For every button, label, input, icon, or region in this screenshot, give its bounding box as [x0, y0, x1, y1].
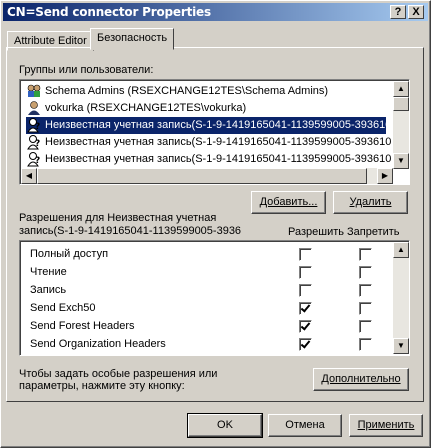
permission-name: Запись — [30, 284, 67, 296]
close-button[interactable]: X — [408, 5, 424, 19]
apply-button[interactable]: Применить — [349, 414, 423, 437]
group-list-item[interactable]: Schema Admins (RSEXCHANGE12TES\Schema Ad… — [26, 83, 328, 100]
group-list-item[interactable]: ? Неизвестная учетная запись(S-1-9-141916… — [26, 134, 391, 151]
scroll-thumb[interactable] — [393, 97, 409, 111]
advanced-button-label: Дополнительно — [321, 373, 401, 385]
allow-header: Разрешить — [288, 226, 344, 238]
title-bar[interactable]: CN=Send connector Properties ? X — [3, 3, 428, 21]
svg-text:?: ? — [35, 122, 40, 132]
permissions-scrollbar[interactable]: ▲ ▼ — [393, 242, 409, 354]
help-button[interactable]: ? — [390, 5, 406, 19]
cancel-button[interactable]: Отмена — [268, 414, 342, 437]
unknown-account-icon: ? — [26, 151, 42, 167]
group-list-item-label: vokurka (RSEXCHANGE12TES\vokurka) — [45, 102, 247, 114]
allow-checkbox[interactable] — [299, 284, 312, 297]
scroll-up-icon[interactable]: ▲ — [393, 81, 409, 97]
perm-scroll-down-icon[interactable]: ▼ — [393, 338, 409, 354]
permission-name: Send Organization Headers — [30, 338, 166, 350]
allow-checkbox[interactable] — [299, 302, 312, 315]
tab-security[interactable]: Безопасность — [90, 28, 175, 50]
deny-checkbox[interactable] — [359, 266, 372, 279]
add-button-label: Добавить... — [259, 196, 318, 208]
group-list-item-label: Неизвестная учетная запись(S-1-9-1419165… — [45, 136, 392, 148]
ok-button[interactable]: OK — [187, 413, 263, 438]
group-list-item-label: Неизвестная учетная запись(S-1-9-1419165… — [45, 119, 392, 131]
permissions-label-1: Разрешения для Неизвестная учетная — [19, 212, 217, 224]
group-list-item[interactable]: vokurka (RSEXCHANGE12TES\vokurka) — [26, 100, 246, 117]
scroll-hthumb[interactable] — [37, 168, 367, 184]
unknown-account-icon: ? — [26, 117, 42, 133]
permissions-list[interactable]: Полный доступ Чтение Запись Send Exch50 Send… — [19, 240, 410, 356]
groups-label: Группы или пользователи: — [19, 64, 154, 76]
svg-text:?: ? — [35, 139, 40, 149]
scroll-left-icon[interactable]: ◀ — [21, 168, 37, 184]
remove-button[interactable]: Удалить — [333, 191, 408, 214]
allow-checkbox[interactable] — [299, 320, 312, 333]
allow-checkbox[interactable] — [299, 248, 312, 261]
groups-list[interactable]: Schema Admins (RSEXCHANGE12TES\Schema Ad… — [19, 79, 410, 185]
advanced-button[interactable]: Дополнительно — [313, 368, 409, 391]
deny-checkbox[interactable] — [359, 284, 372, 297]
allow-checkbox[interactable] — [299, 338, 312, 351]
special-text-1: Чтобы задать особые разрешения или — [19, 368, 218, 380]
window-title: CN=Send connector Properties — [7, 5, 211, 19]
apply-button-label: Применить — [357, 419, 415, 431]
permissions-label-2: запись(S-1-9-1419165041-1139599005-3936 — [19, 225, 242, 237]
permission-name: Send Exch50 — [30, 302, 96, 314]
permission-name: Полный доступ — [30, 248, 109, 260]
permission-name: Чтение — [30, 266, 67, 278]
remove-button-label: Удалить — [349, 196, 392, 208]
deny-checkbox[interactable] — [359, 338, 372, 351]
group-icon — [26, 83, 42, 99]
group-list-item[interactable]: ? Неизвестная учетная запись(S-1-9-141916… — [26, 117, 391, 134]
deny-checkbox[interactable] — [359, 248, 372, 261]
unknown-account-icon: ? — [26, 134, 42, 150]
svg-text:?: ? — [35, 156, 40, 166]
group-list-item-label: Неизвестная учетная запись(S-1-9-1419165… — [45, 153, 392, 165]
user-icon — [26, 100, 42, 116]
scroll-right-icon[interactable]: ▶ — [377, 168, 393, 184]
vertical-scrollbar[interactable]: ▲ ▼ — [393, 81, 409, 169]
allow-checkbox[interactable] — [299, 266, 312, 279]
group-list-item[interactable]: ? Неизвестная учетная запись(S-1-9-141916… — [26, 151, 391, 168]
deny-header: Запретить — [347, 226, 400, 238]
permission-name: Send Forest Headers — [30, 320, 135, 332]
perm-scroll-up-icon[interactable]: ▲ — [393, 242, 409, 258]
deny-checkbox[interactable] — [359, 320, 372, 333]
special-text-2: параметры, нажмите эту кнопку: — [19, 380, 185, 392]
horizontal-scrollbar[interactable]: ◀ ▶ — [21, 168, 393, 184]
scroll-down-icon[interactable]: ▼ — [393, 153, 409, 169]
group-list-item-label: Schema Admins (RSEXCHANGE12TES\Schema Ad… — [45, 85, 329, 97]
add-button[interactable]: Добавить... — [251, 191, 326, 214]
deny-checkbox[interactable] — [359, 302, 372, 315]
